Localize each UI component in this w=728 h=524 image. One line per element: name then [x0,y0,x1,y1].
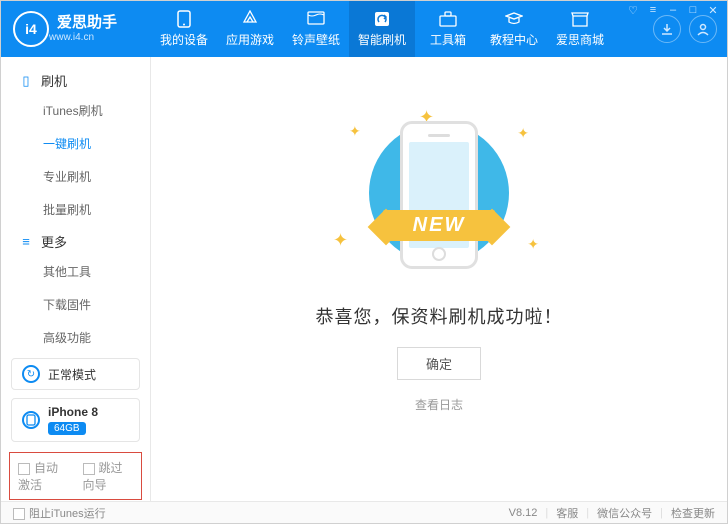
nav-flash[interactable]: 智能刷机 [349,1,415,57]
app-name: 爱思助手 [57,15,117,32]
nav-label: 工具箱 [430,31,466,48]
star-icon: ✦ [333,230,348,251]
nav-label: 智能刷机 [358,31,406,48]
nav-tutorial[interactable]: 教程中心 [481,1,547,57]
user-button[interactable] [689,15,717,43]
flash-icon [372,10,392,28]
success-message: 恭喜您，保资料刷机成功啦！ [316,303,563,329]
sidebar-item-pro-flash[interactable]: 专业刷机 [1,160,150,193]
storage-badge: 64GB [48,422,86,435]
store-icon [570,10,590,28]
mode-label: 正常模式 [48,366,96,383]
logo-area: i4 爱思助手 www.i4.cn [1,1,151,57]
nav-label: 爱思商城 [556,31,604,48]
cart-icon[interactable]: ♡ [626,4,640,17]
sidebar-item-advanced[interactable]: 高级功能 [1,321,150,354]
device-box[interactable]: iPhone 8 64GB [11,398,140,442]
sidebar-item-onekey-flash[interactable]: 一键刷机 [1,127,150,160]
maximize-icon[interactable]: □ [686,4,700,17]
main-content: NEW ✦ ✦ ✦ ✦ ✦ 恭喜您，保资料刷机成功啦！ 确定 查看日志 [151,57,727,501]
section-title: 更多 [41,232,67,251]
nav-label: 我的设备 [160,31,208,48]
close-icon[interactable]: ✕ [706,4,720,17]
service-link[interactable]: 客服 [556,505,578,521]
nav-media[interactable]: 铃声壁纸 [283,1,349,57]
nav-my-device[interactable]: 我的设备 [151,1,217,57]
tutorial-icon [504,10,524,28]
section-title: 刷机 [41,71,67,90]
update-link[interactable]: 检查更新 [671,505,715,521]
device-name: iPhone 8 [48,405,98,419]
sidebar-item-other-tools[interactable]: 其他工具 [1,255,150,288]
window-controls: ♡ ≡ – □ ✕ [626,4,720,17]
success-illustration: NEW ✦ ✦ ✦ ✦ ✦ [319,105,559,285]
nav-label: 应用游戏 [226,31,274,48]
media-icon [306,10,326,28]
logo-icon: i4 [13,11,49,47]
phone-icon: ▯ [19,73,33,89]
version-label: V8.12 [509,507,538,519]
app-header: i4 爱思助手 www.i4.cn 我的设备 应用游戏 铃声壁纸 智能刷机 工具… [1,1,727,57]
new-ribbon: NEW [383,210,496,241]
star-icon: ✦ [349,123,361,140]
footer-label: 阻止iTunes运行 [29,508,106,520]
apps-icon [240,10,260,28]
device-icon [174,10,194,28]
star-icon: ✦ [517,125,529,142]
status-bar: 阻止iTunes运行 V8.12| 客服| 微信公众号| 检查更新 [1,501,727,523]
wechat-link[interactable]: 微信公众号 [597,505,652,521]
sidebar-item-download-fw[interactable]: 下载固件 [1,288,150,321]
auto-activate-checkbox[interactable]: 自动激活 [18,459,69,493]
nav-tabs: 我的设备 应用游戏 铃声壁纸 智能刷机 工具箱 教程中心 爱思商城 [151,1,653,57]
sidebar-section-more: ≡ 更多 [1,226,150,255]
minimize-icon[interactable]: – [666,4,680,17]
skip-wizard-checkbox[interactable]: 跳过向导 [83,459,134,493]
ok-button[interactable]: 确定 [397,347,481,380]
device-icon [22,411,40,429]
menu-icon[interactable]: ≡ [646,4,660,17]
sidebar-item-itunes-flash[interactable]: iTunes刷机 [1,94,150,127]
sidebar-item-batch-flash[interactable]: 批量刷机 [1,193,150,226]
view-log-link[interactable]: 查看日志 [415,396,463,413]
options-row: 自动激活 跳过向导 [9,452,142,500]
ribbon-text: NEW [383,210,496,241]
block-itunes-checkbox[interactable]: 阻止iTunes运行 [13,505,106,521]
sidebar-section-flash: ▯ 刷机 [1,65,150,94]
toolbox-icon [438,10,458,28]
star-icon: ✦ [527,236,539,253]
sidebar: ▯ 刷机 iTunes刷机 一键刷机 专业刷机 批量刷机 ≡ 更多 其他工具 下载固… [1,57,151,501]
nav-apps[interactable]: 应用游戏 [217,1,283,57]
nav-store[interactable]: 爱思商城 [547,1,613,57]
nav-label: 教程中心 [490,31,538,48]
refresh-icon: ↻ [22,365,40,383]
download-button[interactable] [653,15,681,43]
nav-toolbox[interactable]: 工具箱 [415,1,481,57]
nav-label: 铃声壁纸 [292,31,340,48]
mode-box[interactable]: ↻ 正常模式 [11,358,140,390]
more-icon: ≡ [19,234,33,249]
app-url: www.i4.cn [49,32,117,43]
